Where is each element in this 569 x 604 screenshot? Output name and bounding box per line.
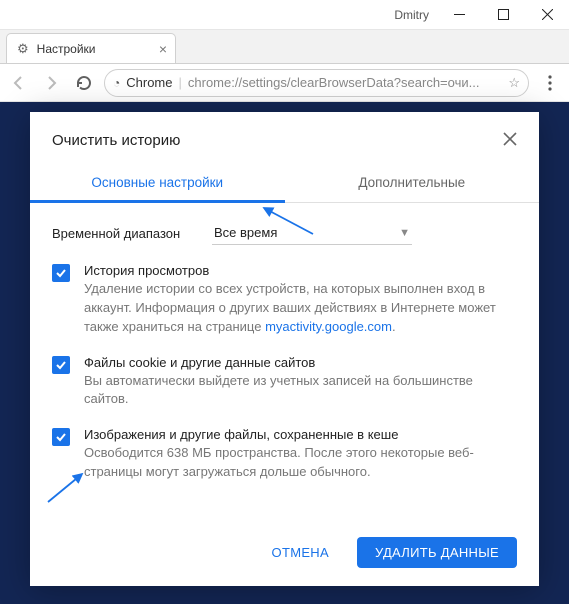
clear-data-dialog: Очистить историю Основные настройки Допо… xyxy=(30,112,539,586)
site-info-icon[interactable]: ◔ xyxy=(113,76,120,90)
arrow-right-icon xyxy=(42,74,60,92)
check-icon xyxy=(55,267,67,279)
toolbar: ◔ Chrome | chrome://settings/clearBrowse… xyxy=(0,64,569,102)
option-title: Файлы cookie и другие данные сайтов xyxy=(84,355,517,370)
tab-basic[interactable]: Основные настройки xyxy=(30,163,285,202)
address-bar[interactable]: ◔ Chrome | chrome://settings/clearBrowse… xyxy=(104,69,529,97)
tab-strip: ⚙ Настройки × xyxy=(0,30,569,64)
browser-tab[interactable]: ⚙ Настройки × xyxy=(6,33,176,63)
time-range-select[interactable]: Все время ▼ xyxy=(212,221,412,245)
window-minimize-button[interactable] xyxy=(437,0,481,30)
chevron-down-icon: ▼ xyxy=(399,227,410,239)
window-titlebar: Dmitry xyxy=(0,0,569,30)
tab-close-icon[interactable]: × xyxy=(159,41,167,57)
option-description: Освободится 638 МБ пространства. После э… xyxy=(84,444,517,482)
option-description: Удаление истории со всех устройств, на к… xyxy=(84,280,517,337)
minimize-icon xyxy=(454,9,465,20)
forward-button[interactable] xyxy=(40,72,62,94)
back-button[interactable] xyxy=(8,72,30,94)
option-title: Изображения и другие файлы, сохраненные … xyxy=(84,427,517,442)
checkbox-cached-images[interactable] xyxy=(52,428,70,446)
checkbox-browsing-history[interactable] xyxy=(52,264,70,282)
clear-data-button[interactable]: УДАЛИТЬ ДАННЫЕ xyxy=(357,537,517,568)
tab-advanced[interactable]: Дополнительные xyxy=(285,163,540,202)
close-icon xyxy=(542,9,553,20)
bookmark-icon[interactable]: ☆ xyxy=(508,75,520,91)
option-cached-images: Изображения и другие файлы, сохраненные … xyxy=(52,427,517,482)
dialog-title: Очистить историю xyxy=(52,132,503,149)
window-close-button[interactable] xyxy=(525,0,569,30)
arrow-left-icon xyxy=(10,74,28,92)
url-path: chrome://settings/clearBrowserData?searc… xyxy=(188,75,480,90)
dialog-close-button[interactable] xyxy=(503,130,517,151)
dialog-tabs: Основные настройки Дополнительные xyxy=(30,163,539,203)
window-user: Dmitry xyxy=(0,8,437,22)
option-title: История просмотров xyxy=(84,263,517,278)
reload-button[interactable] xyxy=(72,72,94,94)
reload-icon xyxy=(75,74,92,91)
window-maximize-button[interactable] xyxy=(481,0,525,30)
dots-vertical-icon xyxy=(548,75,552,91)
page-content: Очистить историю Основные настройки Допо… xyxy=(0,102,569,604)
checkbox-cookies[interactable] xyxy=(52,356,70,374)
url-origin: Chrome xyxy=(126,75,172,90)
option-browsing-history: История просмотров Удаление истории со в… xyxy=(52,263,517,337)
tab-title: Настройки xyxy=(37,42,96,56)
cancel-button[interactable]: ОТМЕНА xyxy=(254,537,347,568)
check-icon xyxy=(55,359,67,371)
option-cookies: Файлы cookie и другие данные сайтов Вы а… xyxy=(52,355,517,410)
time-range-value: Все время xyxy=(214,225,399,240)
maximize-icon xyxy=(498,9,509,20)
option-description: Вы автоматически выйдете из учетных запи… xyxy=(84,372,517,410)
close-icon xyxy=(503,132,517,146)
gear-icon: ⚙ xyxy=(17,41,29,57)
myactivity-link[interactable]: myactivity.google.com xyxy=(265,319,392,334)
time-range-label: Временной диапазон xyxy=(52,226,212,241)
menu-button[interactable] xyxy=(539,72,561,94)
check-icon xyxy=(55,431,67,443)
